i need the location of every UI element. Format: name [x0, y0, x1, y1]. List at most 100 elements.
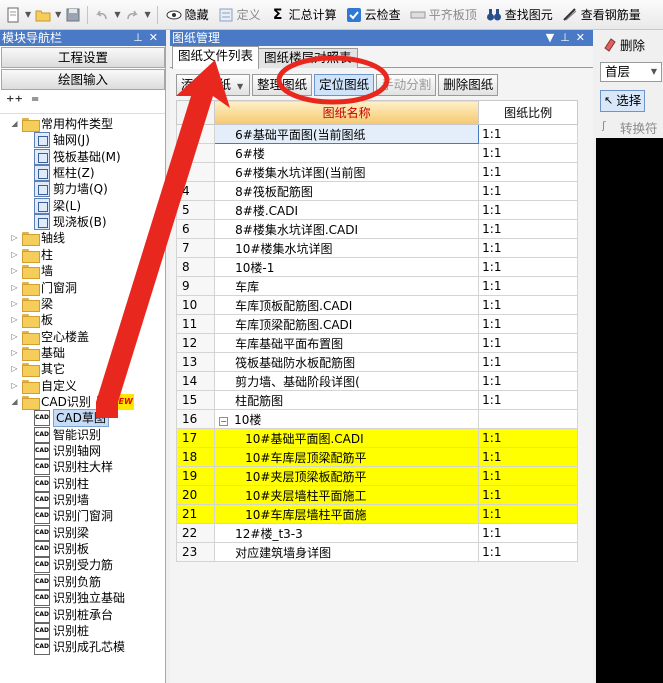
drawing-scale-cell[interactable]: 1:1: [478, 124, 578, 144]
drawing-scale-cell[interactable]: 1:1: [478, 219, 578, 239]
new-dropdown-icon[interactable]: ▼: [25, 10, 31, 19]
table-row[interactable]: 18 10#车库层顶梁配筋平 1:1: [175, 447, 578, 467]
collapse-triangle-icon[interactable]: ▷: [10, 280, 19, 296]
table-row[interactable]: 21 10#车库层墙柱平面施 1:1: [175, 504, 578, 524]
convert-label[interactable]: 转换符: [620, 118, 658, 137]
table-row[interactable]: 22 12#楼_t3-3 1:1: [175, 523, 578, 543]
drawing-name-cell[interactable]: 8#筏板配筋图: [214, 181, 480, 201]
drawing-name-cell[interactable]: 筏板基础防水板配筋图: [214, 352, 480, 372]
drawing-scale-cell[interactable]: 1:1: [478, 295, 578, 315]
tree-item[interactable]: ▷ 门窗洞: [10, 280, 77, 296]
tree-item[interactable]: CAD 识别成孔芯模: [34, 639, 125, 656]
drawing-name-cell[interactable]: 车库基础平面布置图: [214, 333, 480, 353]
table-row[interactable]: 1 6#基础平面图(当前图纸 1:1: [175, 124, 578, 144]
tree-item[interactable]: CAD 识别负筋: [34, 573, 101, 590]
drawing-name-cell[interactable]: 10楼-1: [214, 257, 480, 277]
drawing-name-cell[interactable]: −10楼: [214, 409, 480, 429]
drawing-scale-cell[interactable]: 1:1: [478, 390, 578, 410]
drawing-scale-cell[interactable]: 1:1: [478, 162, 578, 182]
tree-item[interactable]: ▷ 其它: [10, 361, 65, 378]
drawing-name-cell[interactable]: 10#车库层墙柱平面施: [214, 504, 480, 524]
collapse-triangle-icon[interactable]: ▷: [10, 312, 19, 328]
drawing-scale-header[interactable]: 图纸比例: [478, 100, 578, 125]
drawing-name-cell[interactable]: 车库: [214, 276, 480, 296]
table-row[interactable]: 19 10#夹层顶梁板配筋平 1:1: [175, 466, 578, 486]
drawing-scale-cell[interactable]: 1:1: [478, 333, 578, 353]
panel-pin-close-icons[interactable]: ⊥✕: [133, 30, 164, 46]
drawing-name-cell[interactable]: 12#楼_t3-3: [214, 523, 480, 543]
table-row[interactable]: 4 8#筏板配筋图 1:1: [175, 181, 578, 201]
drawing-name-header[interactable]: 图纸名称: [214, 100, 480, 125]
tree-item[interactable]: ◢ 常用构件类型: [10, 116, 113, 132]
locate-drawing-button[interactable]: 定位图纸: [314, 74, 375, 96]
drawing-name-cell[interactable]: 6#楼集水坑详图(当前图: [214, 162, 480, 182]
collapse-triangle-icon[interactable]: ▷: [10, 296, 19, 312]
tree-item[interactable]: ▷ 墙: [10, 263, 53, 280]
tree-item[interactable]: ▷ 自定义: [10, 378, 77, 394]
collapse-triangle-icon[interactable]: ▷: [10, 263, 19, 279]
tree-item[interactable]: CAD 识别轴网: [34, 443, 101, 459]
delete-drawing-button[interactable]: 删除图纸: [438, 74, 499, 96]
drawing-input-button[interactable]: 绘图输入: [1, 69, 165, 90]
find-element-button[interactable]: 查找图元: [482, 4, 555, 26]
select-button[interactable]: ↖ 选择: [600, 90, 646, 112]
drawing-scale-cell[interactable]: 1:1: [478, 181, 578, 201]
collapse-triangle-icon[interactable]: ▷: [10, 247, 19, 263]
undo-icon[interactable]: [94, 7, 110, 23]
tree-item[interactable]: CAD 识别柱: [34, 475, 89, 492]
drawing-name-cell[interactable]: 10#夹层墙柱平面施工: [214, 485, 480, 505]
panel-pin-close-icons[interactable]: ▼⊥✕: [546, 30, 591, 46]
tree-item[interactable]: ▷ 轴线: [10, 230, 65, 247]
drawing-scale-cell[interactable]: 1:1: [478, 200, 578, 220]
tree-item[interactable]: 框柱(Z): [34, 165, 95, 182]
tree-item[interactable]: CAD 识别墙: [34, 492, 89, 509]
drawing-name-cell[interactable]: 8#楼集水坑详图.CADI: [214, 219, 480, 239]
group-collapse-icon[interactable]: −: [219, 416, 229, 426]
tab-drawing-file-list[interactable]: 图纸文件列表: [172, 46, 260, 69]
drawing-name-cell[interactable]: 10#基础平面图.CADI: [214, 428, 480, 448]
expand-triangle-icon[interactable]: ◢: [10, 394, 19, 410]
drawing-scale-cell[interactable]: 1:1: [478, 447, 578, 467]
hide-button[interactable]: 隐藏: [162, 4, 211, 26]
collapse-triangle-icon[interactable]: ▷: [10, 329, 19, 345]
tree-item[interactable]: 筏板基础(M): [34, 148, 121, 165]
open-folder-icon[interactable]: [35, 7, 51, 23]
table-row[interactable]: 16−10楼: [175, 409, 578, 429]
table-row[interactable]: 6 8#楼集水坑详图.CADI 1:1: [175, 219, 578, 239]
table-row[interactable]: 5 8#楼.CADI 1:1: [175, 200, 578, 220]
manual-split-button[interactable]: 手动分割: [376, 74, 437, 96]
drawing-scale-cell[interactable]: 1:1: [478, 314, 578, 334]
drawing-name-cell[interactable]: 对应建筑墙身详图: [214, 542, 480, 562]
redo-icon[interactable]: [124, 7, 140, 23]
tree-item[interactable]: ▷ 基础: [10, 345, 65, 361]
organize-drawing-button[interactable]: 整理图纸: [252, 74, 313, 96]
tree-item[interactable]: ◢ CAD识别 NEW: [10, 393, 134, 410]
drawing-name-cell[interactable]: 8#楼.CADI: [214, 200, 480, 220]
redo-dropdown-icon[interactable]: ▼: [144, 10, 150, 19]
tree-item[interactable]: CAD 识别独立基础: [34, 590, 125, 607]
drawing-name-cell[interactable]: 10#夹层顶梁板配筋平: [214, 466, 480, 486]
tree-item[interactable]: CAD 识别板: [34, 541, 89, 558]
drawing-name-cell[interactable]: 剪力墙、基础阶段详图(: [214, 371, 480, 391]
tree-item[interactable]: ▷ 柱: [10, 247, 53, 263]
collapse-all-icon[interactable]: ⁼: [31, 92, 39, 111]
new-file-icon[interactable]: [5, 7, 21, 23]
tree-item[interactable]: CAD 智能识别: [34, 426, 101, 443]
engineering-settings-button[interactable]: 工程设置: [1, 47, 165, 68]
tree-item[interactable]: CAD 识别桩: [34, 622, 89, 639]
tree-item[interactable]: 梁(L): [34, 197, 81, 214]
drawing-scale-cell[interactable]: 1:1: [478, 428, 578, 448]
save-icon[interactable]: [65, 7, 81, 23]
drawing-scale-cell[interactable]: 1:1: [478, 523, 578, 543]
table-row[interactable]: 2 6#楼 1:1: [175, 143, 578, 163]
drawing-scale-cell[interactable]: 1:1: [478, 238, 578, 258]
drawing-scale-cell[interactable]: 1:1: [478, 485, 578, 505]
table-row[interactable]: 13 筏板基础防水板配筋图 1:1: [175, 352, 578, 372]
drawing-scale-cell[interactable]: 1:1: [478, 466, 578, 486]
drawing-scale-cell[interactable]: 1:1: [478, 504, 578, 524]
tree-item[interactable]: CAD CAD草图: [34, 409, 109, 428]
drawing-scale-cell[interactable]: 1:1: [478, 143, 578, 163]
table-row[interactable]: 3 6#楼集水坑详图(当前图 1:1: [175, 162, 578, 182]
tree-item[interactable]: 轴网(J): [34, 132, 90, 149]
tree-item[interactable]: ▷ 板: [10, 312, 53, 329]
